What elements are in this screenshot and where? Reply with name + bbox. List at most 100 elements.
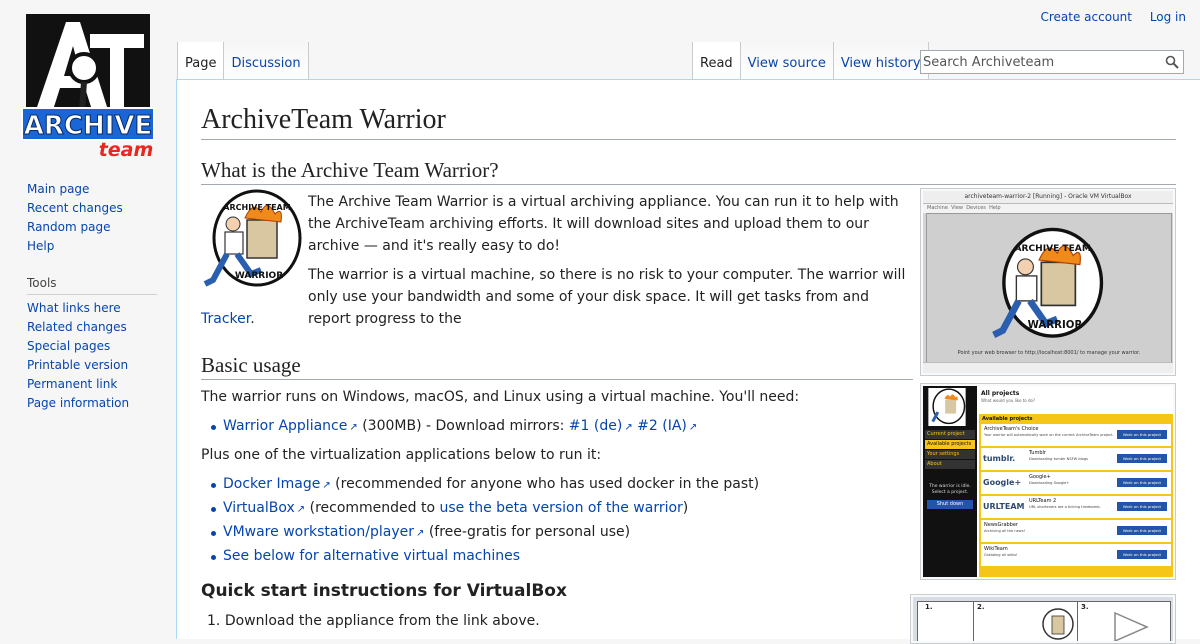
thumb-virtualbox-screenshot[interactable]: archiveteam-warrior-2 [Running] - Oracle… <box>920 188 1176 376</box>
docker-image-link[interactable]: Docker Image <box>223 476 331 492</box>
mirror-ia-link[interactable]: #2 (IA) <box>637 418 697 434</box>
project-name: ArchiveTeam's Choice <box>984 426 1039 432</box>
basic-usage-paragraph: The warrior runs on Windows, macOS, and … <box>201 389 800 405</box>
sidebar-item-permanent-link[interactable]: Permanent link <box>27 377 117 391</box>
tracker-link[interactable]: Tracker <box>201 311 250 327</box>
projects-panel: Available projects ArchiveTeam's Choice Y… <box>979 414 1173 577</box>
virtualbox-link[interactable]: VirtualBox <box>223 500 305 516</box>
sidebar-item-help[interactable]: Help <box>27 239 54 253</box>
tab-view-source[interactable]: View source <box>740 42 834 80</box>
diagram-step-1: 1. <box>925 603 933 611</box>
warrior-ui-heading: All projects <box>981 390 1020 397</box>
warrior-nav-settings: Your settings <box>925 450 975 459</box>
shut-down-button: Shut down <box>927 500 973 509</box>
warrior-nav-about: About <box>925 460 975 469</box>
diagram-badge-icon <box>1042 608 1074 640</box>
list-item: VirtualBox (recommended to use the beta … <box>201 497 759 521</box>
vmware-link[interactable]: VMware workstation/player <box>223 524 424 540</box>
tools-heading: Tools <box>27 276 157 295</box>
warrior-badge-image[interactable]: ARCHIVE TEAM WARRIOR <box>201 188 303 292</box>
list-item: See below for alternative virtual machin… <box>201 545 759 568</box>
search-icon[interactable] <box>1165 55 1179 69</box>
project-name: Tumblr <box>1029 450 1046 456</box>
beta-warrior-link[interactable]: use the beta version of the warrior <box>440 500 683 516</box>
list-item: VMware workstation/player (free-gratis f… <box>201 521 759 545</box>
site-logo[interactable]: ARCHIVE team <box>18 10 158 162</box>
project-row: ArchiveTeam's Choice Your warrior will au… <box>981 424 1171 446</box>
project-row: tumblr. Tumblr Downloading tumblr NSFW blo… <box>981 448 1171 470</box>
work-on-project-button: Work on this project <box>1117 478 1167 487</box>
create-account-link[interactable]: Create account <box>1040 10 1132 24</box>
vbox-statusbar <box>923 362 1173 373</box>
project-row: Google+ Google+ Downloading Google+ Work on… <box>981 472 1171 494</box>
section-heading-quick-start: Quick start instructions for VirtualBox <box>201 581 567 601</box>
setup-diagram: 1. 2. 3. <box>913 597 1173 641</box>
sidebar-item-what-links-here[interactable]: What links here <box>27 301 121 315</box>
personal-tools: Create account Log in <box>1026 10 1186 24</box>
mirror-de-link[interactable]: #1 (de) <box>569 418 633 434</box>
namespace-tabs: Page Discussion <box>177 42 309 80</box>
project-description: Your warrior will automatically work on … <box>984 433 1114 437</box>
tab-read[interactable]: Read <box>693 42 741 80</box>
warrior-appliance-link[interactable]: Warrior Appliance <box>223 418 358 434</box>
warrior-idle-text: The warrior is idle. Select a project. <box>929 484 971 495</box>
project-name: WikiTeam <box>984 546 1008 552</box>
vbox-screen: ARCHIVE TEAM WARRIOR Point your web brow… <box>926 213 1172 365</box>
sidebar-item-main-page[interactable]: Main page <box>27 182 89 196</box>
project-logo: Google+ <box>983 478 1022 487</box>
sidebar-item-recent-changes[interactable]: Recent changes <box>27 201 123 215</box>
svg-text:WARRIOR: WARRIOR <box>1028 320 1083 331</box>
sidebar-item-related-changes[interactable]: Related changes <box>27 320 127 334</box>
log-in-link[interactable]: Log in <box>1150 10 1186 24</box>
warrior-ui-logo <box>928 388 966 426</box>
list-item: Warrior Appliance (300MB) - Download mir… <box>201 415 697 439</box>
project-description: URL shorteners are a ticking timebomb. <box>1029 505 1101 509</box>
navigation-portal: Main page Recent changes Random page Hel… <box>27 180 176 256</box>
tab-page[interactable]: Page <box>178 42 225 80</box>
work-on-project-button: Work on this project <box>1117 454 1167 463</box>
sidebar-item-page-information[interactable]: Page information <box>27 396 129 410</box>
warrior-ui-sidebar: Current project Available projects Your … <box>923 386 977 577</box>
warrior-nav-current: Current project <box>925 430 975 439</box>
project-row: WikiTeam Grabbing all wikis! Work on this … <box>981 544 1171 566</box>
virtualization-paragraph: Plus one of the virtualization applicati… <box>201 447 602 463</box>
thumb-setup-diagram[interactable]: 1. 2. 3. <box>910 594 1176 644</box>
sidebar-item-printable-version[interactable]: Printable version <box>27 358 128 372</box>
search-input[interactable] <box>921 51 1159 74</box>
quick-start-steps: 1. Download the appliance from the link … <box>201 610 540 632</box>
available-projects-heading: Available projects <box>982 416 1033 422</box>
project-row: NewsGrabber Archiving all the news! Work o… <box>981 520 1171 542</box>
virtualbox-window: archiveteam-warrior-2 [Running] - Oracle… <box>923 191 1173 373</box>
warrior-ui: Current project Available projects Your … <box>923 386 1173 577</box>
sidebar-item-special-pages[interactable]: Special pages <box>27 339 110 353</box>
project-logo: URLTEAM <box>983 502 1025 511</box>
sidebar-item-random-page[interactable]: Random page <box>27 220 110 234</box>
work-on-project-button: Work on this project <box>1117 502 1167 511</box>
logo-subtext: team <box>99 139 154 161</box>
section-heading-basic-usage: Basic usage <box>201 352 913 380</box>
vbox-titlebar: archiveteam-warrior-2 [Running] - Oracle… <box>923 191 1173 204</box>
sidebar: Main page Recent changes Random page Hel… <box>0 180 176 413</box>
list-item: 1. Download the appliance from the link … <box>207 613 540 629</box>
vbox-caption: Point your web browser to http://localho… <box>957 350 1141 356</box>
project-description: Archiving all the news! <box>984 529 1026 533</box>
warrior-nav-available: Available projects <box>925 440 975 449</box>
tab-view-history[interactable]: View history <box>833 42 929 80</box>
work-on-project-button: Work on this project <box>1117 550 1167 559</box>
thumb-warrior-web-ui[interactable]: Current project Available projects Your … <box>920 383 1176 580</box>
project-name: URLTeam 2 <box>1029 498 1057 504</box>
tab-discussion[interactable]: Discussion <box>224 42 309 80</box>
project-description: Downloading Google+ <box>1029 481 1070 485</box>
intro-paragraph-1: The Archive Team Warrior is a virtual ar… <box>308 194 899 254</box>
list-item: Docker Image (recommended for anyone who… <box>201 473 759 497</box>
project-name: Google+ <box>1029 474 1051 480</box>
svg-text:ARCHIVE TEAM: ARCHIVE TEAM <box>1014 244 1090 254</box>
main-content: ArchiveTeam Warrior What is the Archive … <box>176 79 1200 644</box>
archiveteam-logo-graphic: ARCHIVE team <box>21 14 155 161</box>
project-logo: tumblr. <box>983 454 1016 463</box>
search-box <box>920 50 1184 74</box>
alternative-vms-link[interactable]: See below for alternative virtual machin… <box>223 548 520 564</box>
badge-text-bottom: WARRIOR <box>235 271 283 281</box>
diagram-step-2: 2. <box>977 603 985 611</box>
badge-text-top: ARCHIVE TEAM <box>223 203 290 212</box>
